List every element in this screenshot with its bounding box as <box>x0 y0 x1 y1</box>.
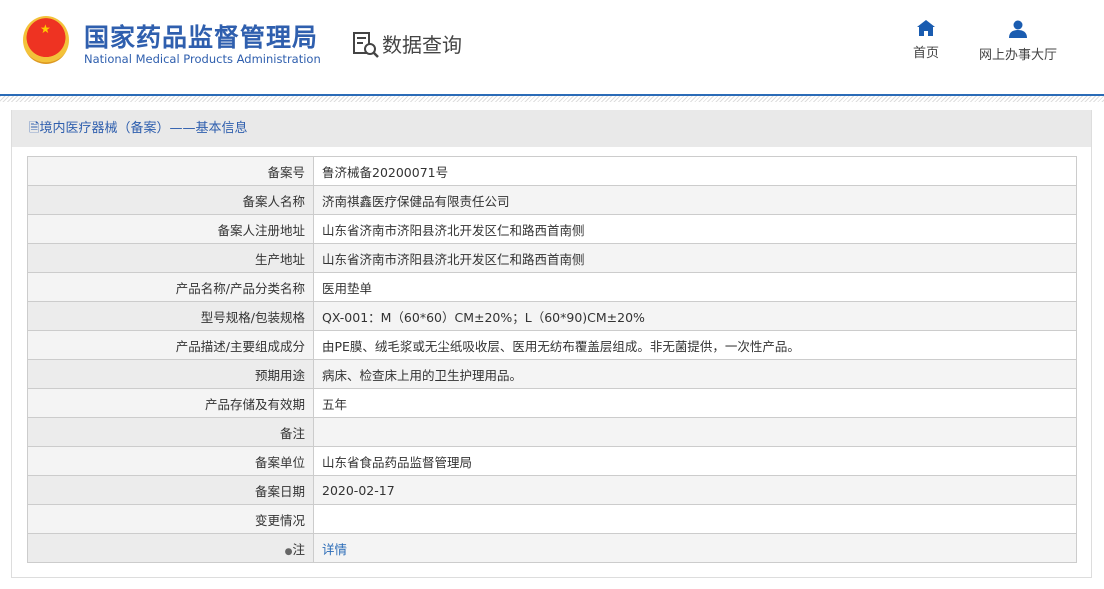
table-row: 备案人名称 济南祺鑫医疗保健品有限责任公司 <box>27 185 1077 215</box>
row-value: 济南祺鑫医疗保健品有限责任公司 <box>313 185 1077 215</box>
row-value: 由PE膜、绒毛浆或无尘纸吸收层、医用无纺布覆盖层组成。非无菌提供，一次性产品。 <box>313 330 1077 360</box>
row-value: QX-001：M（60*60）CM±20%；L（60*90)CM±20% <box>313 301 1077 331</box>
user-icon <box>1009 20 1027 38</box>
table-row: 生产地址 山东省济南市济阳县济北开发区仁和路西首南侧 <box>27 243 1077 273</box>
row-label: 备案人名称 <box>27 185 314 215</box>
row-label-text: 产品存储及有效期 <box>204 396 305 412</box>
row-label: 型号规格/包装规格 <box>27 301 314 331</box>
row-label: ●注 <box>27 533 314 563</box>
table-row: 变更情况 <box>27 504 1077 534</box>
row-value: 医用垫单 <box>313 272 1077 302</box>
row-label-text: 备案单位 <box>254 454 305 470</box>
row-label-text: 备案号 <box>267 164 305 180</box>
row-label: 预期用途 <box>27 359 314 389</box>
row-label: 产品存储及有效期 <box>27 388 314 418</box>
basic-info-panel: 🗎境内医疗器械（备案）——基本信息 备案号 鲁济械备20200071号 备案人名称济… <box>11 110 1092 578</box>
row-value <box>313 504 1077 534</box>
row-label-text: 备注 <box>279 425 305 441</box>
table-row: 预期用途 病床、检查床上用的卫生护理用品。 <box>27 359 1077 389</box>
table-row: 备案人注册地址 山东省济南市济阳县济北开发区仁和路西首南侧 <box>27 214 1077 244</box>
row-label-text: 备案人名称 <box>242 193 305 209</box>
row-value: 2020-02-17 <box>313 475 1077 505</box>
table-row: 产品名称/产品分类名称 医用垫单 <box>27 272 1077 302</box>
row-label-text: 预期用途 <box>254 367 305 383</box>
row-label: 产品名称/产品分类名称 <box>27 272 314 302</box>
row-label: 备案人注册地址 <box>27 214 314 244</box>
row-label: 备注 <box>27 417 314 447</box>
details-link[interactable]: 详情 <box>322 542 347 557</box>
site-header: ★ 国家药品监督管理局 National Medical Products Ad… <box>0 0 1104 96</box>
table-row: 备注 <box>27 417 1077 447</box>
row-label: 产品描述/主要组成成分 <box>27 330 314 360</box>
site-title: 国家药品监督管理局 <box>84 23 319 52</box>
document-search-icon <box>353 31 379 58</box>
nav-home-label: 首页 <box>913 46 940 61</box>
row-value: 五年 <box>313 388 1077 418</box>
panel-title-text: 境内医疗器械（备案）——基本信息 <box>39 121 248 136</box>
table-row: 产品描述/主要组成成分 由PE膜、绒毛浆或无尘纸吸收层、医用无纺布覆盖层组成。非无… <box>27 330 1077 360</box>
data-query-heading: 数据查询 <box>352 29 462 58</box>
panel-title: 🗎境内医疗器械（备案）——基本信息 <box>12 110 1091 147</box>
row-value: 山东省济南市济阳县济北开发区仁和路西首南侧 <box>313 214 1077 244</box>
nav-home[interactable]: 首页 <box>913 20 939 61</box>
row-value: 病床、检查床上用的卫生护理用品。 <box>313 359 1077 389</box>
row-label: 变更情况 <box>27 504 314 534</box>
info-table: 备案号 鲁济械备20200071号 备案人名称 济南祺鑫医疗保健品有限责任公司 备案人注… <box>27 156 1077 563</box>
row-label-text: 产品描述/主要组成成分 <box>175 338 305 354</box>
nav-online-service-label: 网上办事大厅 <box>979 48 1058 63</box>
row-value: 详情 <box>313 533 1077 563</box>
table-row: 型号规格/包装规格 QX-001：M（60*60）CM±20%；L（60*90)C… <box>27 301 1077 331</box>
header-divider <box>0 96 1104 102</box>
table-row: 备案号 鲁济械备20200071号 <box>27 156 1077 186</box>
table-row: 备案单位 山东省食品药品监督管理局 <box>27 446 1077 476</box>
row-label-text: 注 <box>292 541 305 557</box>
row-label-text: 产品名称/产品分类名称 <box>175 280 305 296</box>
home-icon <box>917 20 935 36</box>
table-row: 产品存储及有效期 五年 <box>27 388 1077 418</box>
row-value: 山东省济南市济阳县济北开发区仁和路西首南侧 <box>313 243 1077 273</box>
national-emblem-logo: ★ <box>23 16 69 64</box>
row-label: 备案单位 <box>27 446 314 476</box>
document-icon: 🗎 <box>29 121 40 136</box>
row-label-text: 型号规格/包装规格 <box>200 309 305 325</box>
row-label-text: 备案人注册地址 <box>217 222 305 238</box>
row-value <box>313 417 1077 447</box>
row-value: 山东省食品药品监督管理局 <box>313 446 1077 476</box>
row-label: 备案号 <box>27 156 314 186</box>
data-query-label: 数据查询 <box>382 33 462 57</box>
row-label: 备案日期 <box>27 475 314 505</box>
row-label: 生产地址 <box>27 243 314 273</box>
table-row: ●注 详情 <box>27 533 1077 563</box>
table-row: 备案日期 2020-02-17 <box>27 475 1077 505</box>
site-subtitle: National Medical Products Administration <box>84 52 321 66</box>
nav-online-service-hall[interactable]: 网上办事大厅 <box>979 20 1057 63</box>
row-label-text: 备案日期 <box>254 483 305 499</box>
row-value: 鲁济械备20200071号 <box>313 156 1077 186</box>
row-label-text: 生产地址 <box>254 251 305 267</box>
row-label-text: 变更情况 <box>254 512 305 528</box>
